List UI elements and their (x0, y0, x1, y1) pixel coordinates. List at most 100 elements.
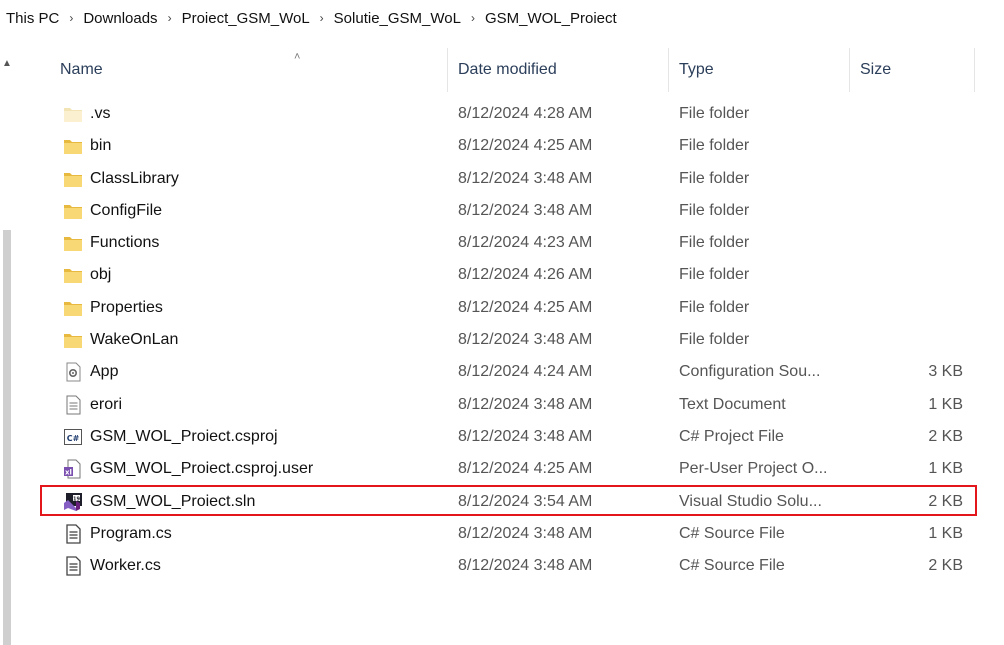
chevron-right-icon[interactable]: › (168, 11, 172, 25)
file-date-modified: 8/12/2024 3:48 AM (458, 169, 593, 187)
breadcrumb-item-gsm-wol-proiect[interactable]: GSM_WOL_Proiect (485, 10, 617, 27)
file-row[interactable]: obj 8/12/2024 4:26 AM File folder (0, 259, 1004, 291)
column-header-size[interactable]: Size (850, 48, 975, 92)
file-size: 1 KB (928, 460, 963, 478)
file-type: File folder (679, 105, 750, 122)
column-header-type-label: Type (679, 61, 714, 78)
file-size (900, 163, 963, 195)
folder-icon (63, 169, 83, 189)
breadcrumb-item-solutie-gsm-wol[interactable]: Solutie_GSM_WoL (334, 10, 461, 27)
chevron-right-icon[interactable]: › (471, 11, 475, 25)
folder-icon (63, 136, 83, 156)
text-document-icon (63, 395, 83, 415)
file-name: GSM_WOL_Proiect.csproj (90, 427, 278, 445)
file-name: ConfigFile (90, 201, 163, 219)
file-size: 2 KB (928, 492, 963, 510)
file-list: .vs 8/12/2024 4:28 AM File folder bin 8/12/2… (0, 98, 1004, 582)
csharp-source-icon (63, 524, 83, 544)
file-size: 1 KB (928, 524, 963, 542)
breadcrumb-item-proiect-gsm-wol[interactable]: Proiect_GSM_WoL (182, 10, 310, 27)
file-date-modified: 8/12/2024 3:48 AM (458, 201, 593, 219)
file-size (900, 324, 963, 356)
file-row[interactable]: WakeOnLan 8/12/2024 3:48 AM File folder (0, 324, 1004, 356)
file-name: Program.cs (90, 524, 172, 542)
breadcrumb-item-downloads[interactable]: Downloads (83, 10, 157, 27)
file-name: .vs (90, 105, 111, 122)
file-name: erori (90, 395, 123, 413)
file-type: C# Source File (679, 524, 785, 542)
file-date-modified: 8/12/2024 4:25 AM (458, 137, 593, 155)
file-row[interactable]: .vs 8/12/2024 4:28 AM File folder (0, 98, 1004, 130)
svg-text:C#: C# (67, 434, 80, 443)
chevron-right-icon[interactable]: › (320, 11, 324, 25)
file-type: File folder (679, 169, 750, 187)
user-project-file-icon: xl (63, 459, 83, 479)
file-date-modified: 8/12/2024 3:54 AM (458, 492, 593, 510)
csharp-source-icon (63, 556, 83, 576)
file-size (900, 195, 963, 227)
column-header-type[interactable]: Type (669, 48, 850, 92)
file-name: GSM_WOL_Proiect.sln (90, 492, 256, 510)
column-header-date-label: Date modified (458, 61, 557, 78)
column-header-date-modified[interactable]: Date modified (448, 48, 669, 92)
file-row[interactable]: C# GSM_WOL_Proiect.csproj 8/12/2024 3:48 A… (0, 421, 1004, 453)
folder-icon (63, 233, 83, 253)
file-date-modified: 8/12/2024 3:48 AM (458, 427, 593, 445)
file-type: C# Project File (679, 427, 784, 445)
file-row[interactable]: ConfigFile 8/12/2024 3:48 AM File folder (0, 195, 1004, 227)
file-type: File folder (679, 298, 750, 316)
file-row[interactable]: Program.cs 8/12/2024 3:48 AM C# Source Fil… (0, 518, 1004, 550)
chevron-right-icon[interactable]: › (69, 11, 73, 25)
column-header-name-label: Name (60, 61, 103, 78)
file-name: Functions (90, 234, 160, 252)
breadcrumb: This PC › Downloads › Proiect_GSM_WoL › … (0, 0, 1004, 36)
file-row[interactable]: erori 8/12/2024 3:48 AM Text Document 1 KB (0, 389, 1004, 421)
file-row[interactable]: App 8/12/2024 4:24 AM Configuration Sou...… (0, 356, 1004, 388)
file-name: ClassLibrary (90, 169, 179, 187)
file-type: Per-User Project O... (679, 460, 828, 478)
sort-ascending-icon: ˄ (294, 51, 301, 63)
folder-faded-icon (63, 104, 83, 124)
file-size: 2 KB (928, 557, 963, 575)
file-name: App (90, 363, 119, 381)
file-date-modified: 8/12/2024 4:23 AM (458, 234, 593, 252)
column-header-name[interactable]: Name ˄ (50, 48, 448, 92)
file-name: Properties (90, 298, 163, 316)
file-size (900, 259, 963, 291)
file-name: Worker.cs (90, 557, 161, 575)
file-size: 2 KB (928, 427, 963, 445)
file-row[interactable]: ClassLibrary 8/12/2024 3:48 AM File folder (0, 163, 1004, 195)
file-type: Visual Studio Solu... (679, 492, 822, 510)
file-row[interactable]: 19 GSM_WOL_Proiect.sln 8/12/2024 3:54 AM Vi… (0, 486, 1004, 518)
breadcrumb-item-this-pc[interactable]: This PC (6, 10, 59, 27)
file-type: File folder (679, 137, 750, 155)
file-date-modified: 8/12/2024 3:48 AM (458, 557, 593, 575)
file-name: obj (90, 266, 112, 284)
file-row[interactable]: bin 8/12/2024 4:25 AM File folder (0, 130, 1004, 162)
file-size (900, 130, 963, 162)
file-size: 1 KB (928, 395, 963, 413)
file-row[interactable]: xl GSM_WOL_Proiect.csproj.user 8/12/2024 4… (0, 453, 1004, 485)
file-type: File folder (679, 266, 750, 284)
column-header-size-label: Size (860, 61, 892, 78)
folder-icon (63, 265, 83, 285)
file-type: Text Document (679, 395, 786, 413)
file-name: bin (90, 137, 112, 155)
folder-icon (63, 330, 83, 350)
file-date-modified: 8/12/2024 3:48 AM (458, 331, 593, 349)
file-row[interactable]: Properties 8/12/2024 4:25 AM File folder (0, 292, 1004, 324)
file-size (900, 292, 963, 324)
file-type: C# Source File (679, 557, 785, 575)
file-date-modified: 8/12/2024 4:25 AM (458, 298, 593, 316)
column-header-row: Name ˄ Date modified Type Size (0, 48, 1004, 92)
file-date-modified: 8/12/2024 4:28 AM (458, 105, 593, 122)
file-date-modified: 8/12/2024 3:48 AM (458, 524, 593, 542)
folder-icon (63, 201, 83, 221)
file-row[interactable]: Functions 8/12/2024 4:23 AM File folder (0, 227, 1004, 259)
config-file-icon (63, 362, 83, 382)
file-type: File folder (679, 201, 750, 219)
visual-studio-solution-icon: 19 (63, 492, 83, 512)
file-name: GSM_WOL_Proiect.csproj.user (90, 460, 314, 478)
file-row[interactable]: Worker.cs 8/12/2024 3:48 AM C# Source File… (0, 550, 1004, 582)
file-type: File folder (679, 234, 750, 252)
